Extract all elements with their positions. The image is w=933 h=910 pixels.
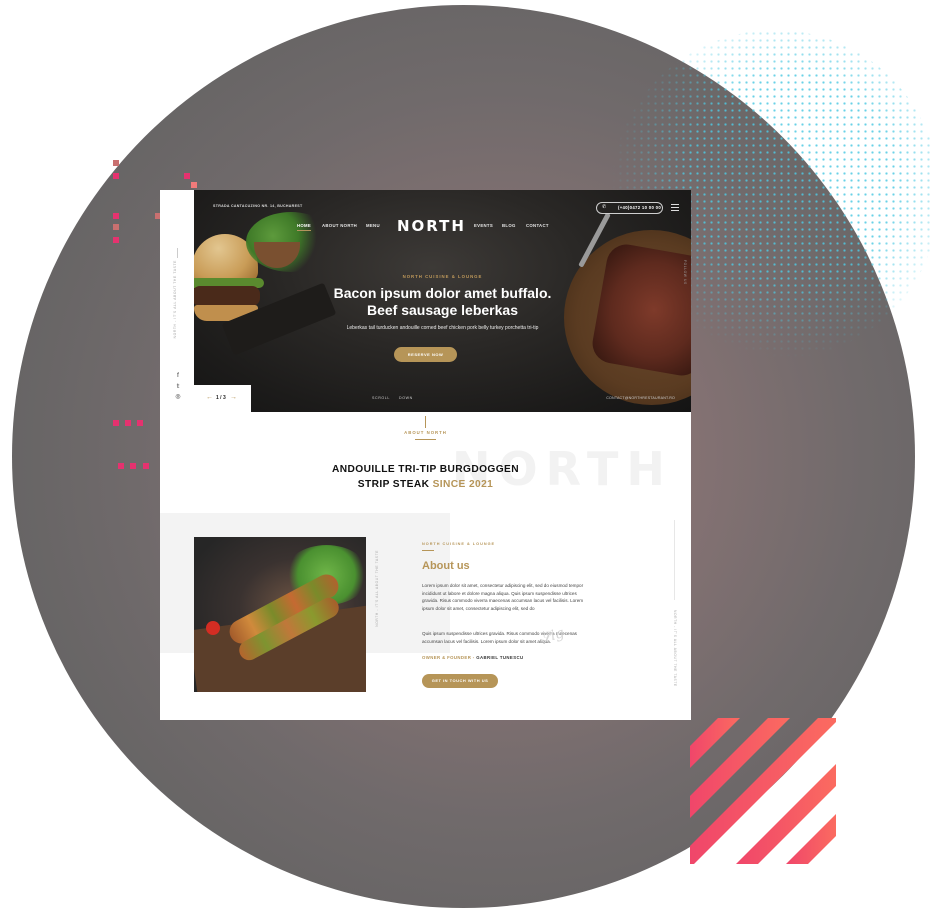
hero-email[interactable]: CONTACT@NORTHRESTAURANT.RO xyxy=(606,396,675,400)
facebook-icon[interactable]: f xyxy=(173,373,183,379)
hero-vertical-text: FOLLOW US xyxy=(683,260,687,285)
pixel-decoration xyxy=(184,173,190,179)
about-divider xyxy=(425,416,426,428)
about-title-dark: STRIP STEAK xyxy=(357,479,430,490)
about-paragraph-2: Quis ipsum suspendisse ultrices gravida.… xyxy=(422,631,577,644)
pixel-decoration xyxy=(113,420,119,426)
instagram-icon[interactable]: ◎ xyxy=(173,393,183,400)
website-preview: NORTH - IT'S ALL ABOUT THE TASTE f 𝕥 ◎ S… xyxy=(160,190,691,720)
about-underline xyxy=(415,439,436,440)
left-rail: NORTH - IT'S ALL ABOUT THE TASTE f 𝕥 ◎ xyxy=(160,190,194,412)
about-card-title: About us xyxy=(422,560,470,572)
pixel-decoration xyxy=(125,420,131,426)
right-divider xyxy=(674,520,675,600)
nav-home[interactable]: HOME xyxy=(297,223,312,231)
down-label: DOWN xyxy=(399,396,413,400)
owner-name: GABRIEL TUNESCU xyxy=(476,655,524,660)
site-logo[interactable]: NORTH xyxy=(397,217,466,235)
pixel-decoration xyxy=(118,463,124,469)
pixel-decoration xyxy=(143,463,149,469)
owner-label: OWNER & FOUNDER - xyxy=(422,655,475,660)
right-vertical-text: NORTH - IT'S ALL ABOUT THE TASTE xyxy=(673,610,677,687)
about-title-gold: SINCE 2021 xyxy=(432,479,494,490)
pixel-decoration xyxy=(113,173,119,179)
about-title-line2: STRIP STEAK SINCE 2021 xyxy=(160,477,691,492)
hamburger-menu-icon[interactable] xyxy=(671,204,679,213)
slider-controls: ← 1 / 3 → xyxy=(194,385,251,412)
about-card-kicker-line xyxy=(422,550,434,551)
hero-title: Bacon ipsum dolor amet buffalo. Beef sau… xyxy=(194,285,691,319)
pixel-decoration xyxy=(113,224,119,230)
pixel-decoration xyxy=(130,463,136,469)
about-section-title: ANDOUILLE TRI-TIP BURGDOGGEN STRIP STEAK… xyxy=(160,462,691,492)
pixel-decoration xyxy=(137,420,143,426)
arrow-left-icon[interactable]: ← xyxy=(206,394,213,401)
about-card-kicker: NORTH CUISINE & LOUNGE xyxy=(422,542,496,546)
get-in-touch-button[interactable]: GET IN TOUCH WITH US xyxy=(422,674,498,688)
rail-vertical-text: NORTH - IT'S ALL ABOUT THE TASTE xyxy=(173,260,177,339)
nav-about[interactable]: ABOUT NORTH xyxy=(322,223,357,228)
pixel-decoration xyxy=(191,182,197,188)
hero-kicker: NORTH CUISINE & LOUNGE xyxy=(402,274,483,279)
hero-address: STRADA CANTACUZINO NR. 14, BUCHAREST xyxy=(213,204,303,208)
pixel-decoration xyxy=(113,237,119,243)
hero-subtitle: Leberkas tail turducken andouille corned… xyxy=(346,325,539,331)
hero-title-line1: Bacon ipsum dolor amet buffalo. xyxy=(333,285,552,301)
pixel-decoration xyxy=(113,213,119,219)
nav-contact[interactable]: CONTACT xyxy=(526,223,549,228)
owner-line: OWNER & FOUNDER - GABRIEL TUNESCU xyxy=(422,655,523,660)
about-title-line1: ANDOUILLE TRI-TIP BURGDOGGEN xyxy=(331,464,520,475)
nav-events[interactable]: EVENTS xyxy=(474,223,493,228)
arrow-right-icon[interactable]: → xyxy=(230,394,237,401)
about-paragraph-1: Lorem ipsum dolor sit amet, consectetur … xyxy=(422,583,584,611)
twitter-icon[interactable]: 𝕥 xyxy=(173,383,183,390)
rail-divider xyxy=(177,248,178,258)
phone-number: (+40)0472 10 00 00 xyxy=(618,205,662,211)
phone-button[interactable]: ✆ (+40)0472 10 00 00 xyxy=(596,202,663,214)
image-vertical-text: NORTH - IT'S ALL ABOUT THE TASTE xyxy=(375,550,379,627)
about-kicker: ABOUT NORTH xyxy=(404,430,447,435)
hero-section: STRADA CANTACUZINO NR. 14, BUCHAREST HOM… xyxy=(194,190,691,412)
hero-title-line2: Beef sausage leberkas xyxy=(367,302,518,318)
kebab-image xyxy=(194,537,366,692)
nav-blog[interactable]: BLOG xyxy=(502,223,516,228)
nav-menu[interactable]: MENU xyxy=(366,223,380,228)
reserve-now-button[interactable]: RESERVE NOW xyxy=(394,347,457,362)
striped-decoration xyxy=(690,718,836,864)
phone-icon: ✆ xyxy=(602,204,607,210)
scroll-label: SCROLL xyxy=(372,396,390,400)
pixel-decoration xyxy=(113,160,119,166)
slide-counter: 1 / 3 xyxy=(216,395,226,401)
